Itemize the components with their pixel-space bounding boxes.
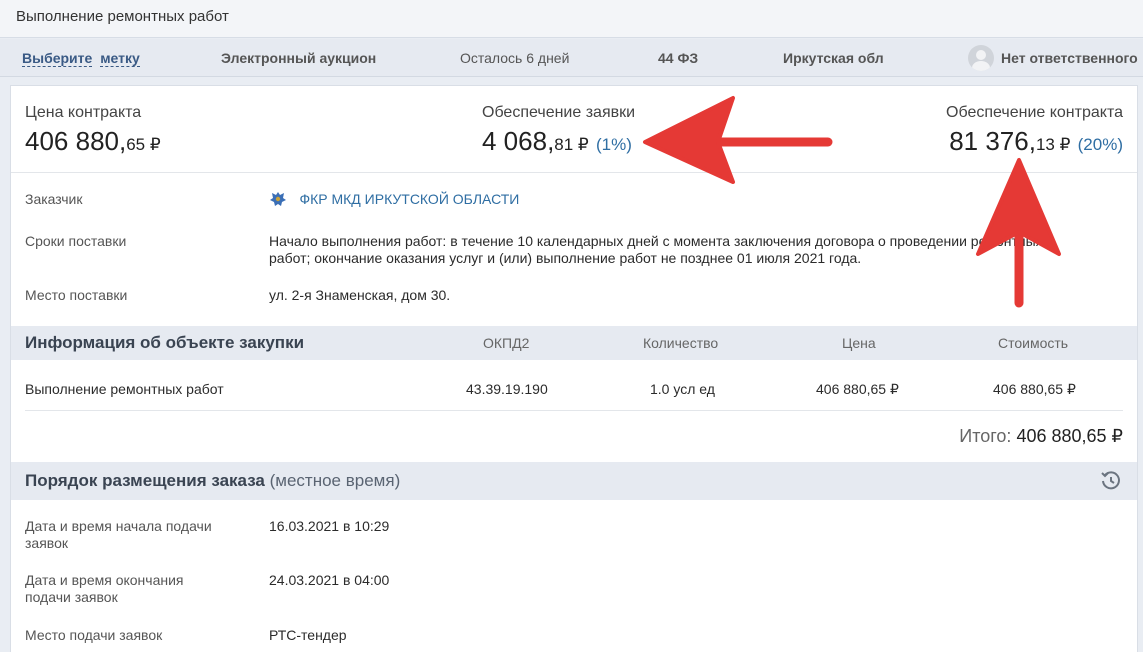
price-divider <box>11 172 1137 173</box>
bid-end-label: Дата и время окончания подачи заявок <box>25 572 184 606</box>
application-security-percent: (1%) <box>595 135 632 154</box>
bid-start-value: 16.03.2021 в 10:29 <box>269 518 390 534</box>
page-title-bar: Выполнение ремонтных работ <box>0 0 1143 38</box>
delivery-terms-line-1: Начало выполнения работ: в течение 10 ка… <box>269 233 1043 249</box>
bid-end-label-line-2: подачи заявок <box>25 589 118 605</box>
items-total: Итого: 406 880,65 ₽ <box>959 426 1123 447</box>
customer-link[interactable]: ФКР МКД ИРКУТСКОЙ ОБЛАСТИ <box>269 190 519 209</box>
order-section-title-text: Порядок размещения заказа <box>25 471 265 490</box>
contract-security-label: Обеспечение контракта <box>946 104 1123 121</box>
order-section-suffix: (местное время) <box>269 471 401 490</box>
items-section-title: Информация об объекте закупки <box>25 333 305 352</box>
responsible-person[interactable]: Нет ответственного <box>1001 50 1138 66</box>
page-title: Выполнение ремонтных работ <box>16 8 229 25</box>
avatar-icon[interactable] <box>968 45 994 71</box>
history-icon[interactable] <box>1100 470 1122 492</box>
items-total-label: Итого: <box>959 426 1012 446</box>
item-cost: 406 880,65 ₽ <box>993 381 1076 397</box>
application-security-main: 4 068, <box>482 126 555 156</box>
application-security-kop: 81 ₽ <box>554 135 589 154</box>
item-price: 406 880,65 ₽ <box>816 381 899 397</box>
contract-security-main: 81 376, <box>949 126 1036 156</box>
column-quantity: Количество <box>643 335 719 351</box>
bid-end-value: 24.03.2021 в 04:00 <box>269 572 390 588</box>
contract-price-kop: 65 ₽ <box>126 135 161 154</box>
items-divider <box>25 410 1123 411</box>
delivery-place-label: Место поставки <box>25 287 128 303</box>
contract-security-kop: 13 ₽ <box>1035 135 1071 154</box>
mark-selector-word-1[interactable]: Выберите <box>22 50 93 67</box>
mark-selector-word-2[interactable]: метку <box>100 50 140 67</box>
bid-start-label-line-1: Дата и время начала подачи <box>25 518 212 534</box>
procedure-type: Электронный аукцион <box>221 50 377 66</box>
item-name: Выполнение ремонтных работ <box>25 381 224 397</box>
bid-place-value: РТС-тендер <box>269 627 347 643</box>
column-price: Цена <box>842 335 876 351</box>
contract-security-value: 81 376,13 ₽ (20%) <box>949 126 1123 157</box>
contract-price-label: Цена контракта <box>25 104 142 121</box>
coat-of-arms-icon <box>270 192 286 206</box>
column-cost: Стоимость <box>998 335 1069 351</box>
bid-place-label: Место подачи заявок <box>25 627 163 643</box>
bid-end-label-line-1: Дата и время окончания <box>25 572 184 588</box>
column-okpd2: ОКПД2 <box>483 335 530 351</box>
contract-price-main: 406 880, <box>25 126 127 156</box>
delivery-terms-label: Сроки поставки <box>25 233 127 249</box>
order-section-title: Порядок размещения заказа (местное время… <box>25 471 400 491</box>
days-remaining: Осталось 6 дней <box>460 50 570 66</box>
delivery-place-value: ул. 2-я Знаменская, дом 30. <box>269 287 451 303</box>
items-total-value: 406 880,65 ₽ <box>1016 426 1123 446</box>
order-section-header: Порядок размещения заказа (местное время… <box>11 462 1137 500</box>
application-security-value: 4 068,81 ₽ (1%) <box>482 126 632 157</box>
contract-security-percent: (20%) <box>1077 135 1123 154</box>
mark-selector[interactable]: Выберите метку <box>22 50 140 67</box>
item-quantity: 1.0 усл ед <box>650 381 715 397</box>
customer-name[interactable]: ФКР МКД ИРКУТСКОЙ ОБЛАСТИ <box>299 191 519 207</box>
customer-label: Заказчик <box>25 191 83 207</box>
items-section-header: Информация об объекте закупки ОКПД2 Коли… <box>11 326 1137 360</box>
contract-price-value: 406 880,65 ₽ <box>25 126 161 157</box>
tender-card: Цена контракта 406 880,65 ₽ Обеспечение … <box>10 85 1138 652</box>
bid-start-label: Дата и время начала подачи заявок <box>25 518 212 552</box>
bid-start-label-line-2: заявок <box>25 535 68 551</box>
item-okpd: 43.39.19.190 <box>466 381 548 397</box>
region: Иркутская обл <box>783 50 884 66</box>
law-badge: 44 ФЗ <box>658 50 699 66</box>
meta-bar: Выберите метку Электронный аукцион Остал… <box>0 39 1143 77</box>
delivery-terms-line-2: работ; окончание оказания услуг и (или) … <box>269 250 862 266</box>
application-security-label: Обеспечение заявки <box>482 104 636 121</box>
